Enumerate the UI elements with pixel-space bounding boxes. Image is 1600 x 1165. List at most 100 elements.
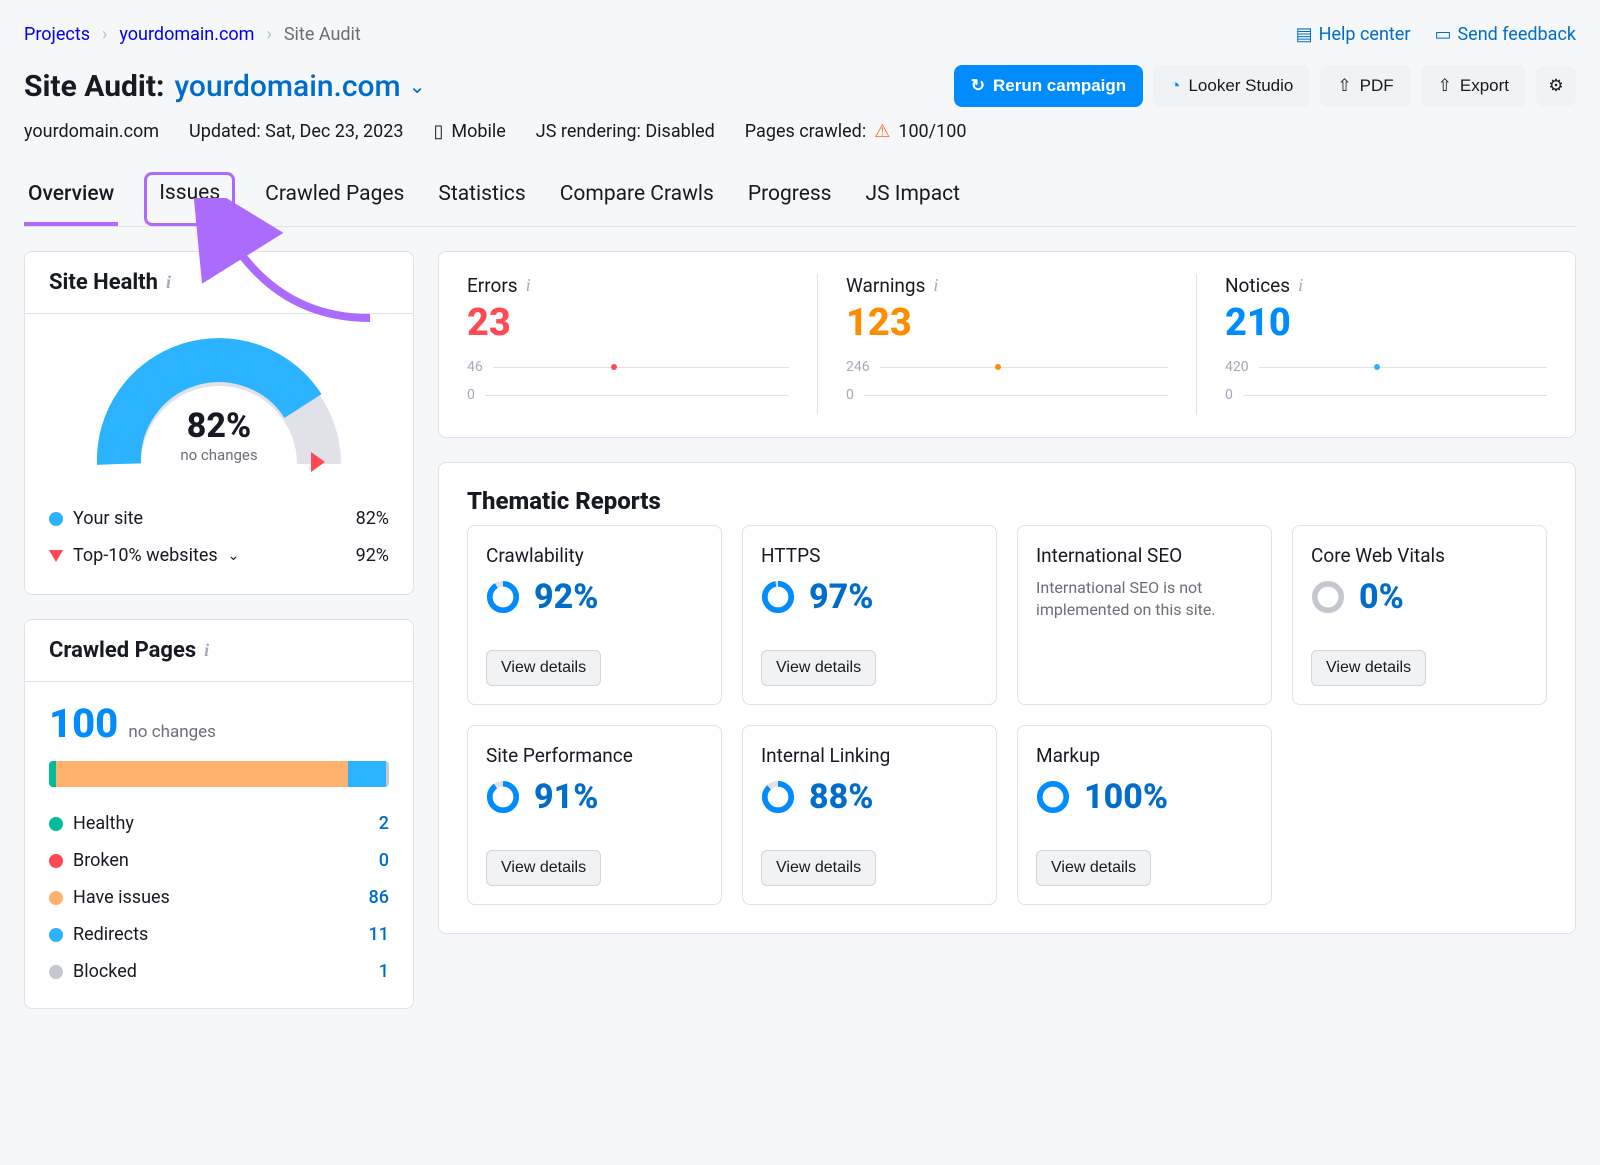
upload-icon: ⇧ [1337, 76, 1351, 96]
meta-crawled: Pages crawled: ⚠ 100/100 [745, 121, 967, 142]
mobile-icon: ▯ [434, 121, 444, 142]
site-health-gauge: 82% no changes [25, 314, 413, 494]
cp-broken-val[interactable]: 0 [359, 850, 389, 871]
page-title: Site Audit: [24, 69, 164, 104]
donut-icon [486, 780, 520, 814]
tab-progress[interactable]: Progress [744, 172, 836, 226]
book-icon: ▤ [1296, 24, 1313, 45]
tabs: Overview Issues Crawled Pages Statistics… [24, 172, 1576, 227]
tab-statistics[interactable]: Statistics [434, 172, 529, 226]
tab-crawled-pages[interactable]: Crawled Pages [261, 172, 408, 226]
breadcrumb-projects[interactable]: Projects [24, 24, 90, 45]
tab-js-impact[interactable]: JS Impact [862, 172, 964, 226]
dot-icon [49, 854, 63, 868]
crawled-count: 100 [49, 700, 118, 747]
refresh-icon: ↻ [971, 76, 985, 96]
legend-top10-pct: 92% [356, 545, 389, 566]
dot-icon [49, 965, 63, 979]
meta-updated: Updated: Sat, Dec 23, 2023 [189, 121, 403, 142]
info-icon[interactable]: i [166, 272, 171, 293]
site-health-title: Site Health [49, 270, 158, 295]
cp-broken-label: Broken [73, 850, 129, 871]
rerun-campaign-button[interactable]: ↻ Rerun campaign [954, 65, 1143, 107]
view-details-button[interactable]: View details [486, 650, 601, 686]
donut-icon [761, 580, 795, 614]
tab-overview[interactable]: Overview [24, 172, 118, 226]
thematic-title: Thematic Reports [439, 463, 1575, 525]
cp-healthy-label: Healthy [73, 813, 134, 834]
chevron-down-icon: ⌄ [228, 548, 240, 564]
legend-your-site-pct: 82% [356, 508, 389, 529]
cp-issues-val[interactable]: 86 [359, 887, 389, 908]
crawled-pages-card: Crawled Pages i 100 no changes Healthy2 … [24, 619, 414, 1009]
notices-trend-chart: 420 0 [1225, 359, 1547, 403]
dot-icon [49, 817, 63, 831]
cp-redirects-val[interactable]: 11 [359, 924, 389, 945]
view-details-button[interactable]: View details [761, 850, 876, 886]
legend-your-site: Your site [73, 508, 143, 529]
thematic-crawlability: Crawlability 92% View details [467, 525, 722, 705]
metric-errors[interactable]: Errorsi 23 46 0 [439, 274, 818, 415]
view-details-button[interactable]: View details [486, 850, 601, 886]
help-center-link[interactable]: ▤Help center [1296, 24, 1411, 45]
site-health-card: Site Health i 82% no changes Your site 8… [24, 251, 414, 595]
warnings-value: 123 [846, 301, 1168, 345]
crawled-subtext: no changes [128, 722, 216, 742]
donut-icon [761, 780, 795, 814]
upload-icon: ⇧ [1438, 76, 1452, 96]
breadcrumb-domain[interactable]: yourdomain.com [119, 24, 254, 45]
cp-blocked-val[interactable]: 1 [359, 961, 389, 982]
crawled-stacked-bar [49, 761, 389, 787]
chevron-down-icon: ⌄ [409, 74, 426, 98]
donut-icon [486, 580, 520, 614]
gear-icon: ⚙ [1548, 76, 1563, 96]
cp-blocked-label: Blocked [73, 961, 137, 982]
breadcrumb-tool: Site Audit [284, 24, 361, 45]
warnings-trend-chart: 246 0 [846, 359, 1168, 403]
notices-value: 210 [1225, 301, 1547, 345]
thematic-reports-card: Thematic Reports Crawlability 92% View d… [438, 462, 1576, 934]
dot-icon [49, 928, 63, 942]
chevron-right-icon: › [266, 24, 271, 45]
intl-seo-note: International SEO is not implemented on … [1036, 577, 1253, 622]
chat-icon: ▭ [1434, 24, 1451, 45]
info-icon[interactable]: i [933, 275, 938, 296]
meta-bar: yourdomain.com Updated: Sat, Dec 23, 202… [24, 121, 1576, 142]
warning-icon: ⚠ [874, 121, 890, 142]
meta-js: JS rendering: Disabled [536, 121, 715, 142]
gauge-percent: 82% [180, 406, 257, 446]
info-icon[interactable]: i [1298, 275, 1303, 296]
export-button[interactable]: ⇧ Export [1421, 65, 1526, 107]
tab-issues[interactable]: Issues [144, 172, 235, 226]
info-icon[interactable]: i [526, 275, 531, 296]
thematic-cwv: Core Web Vitals 0% View details [1292, 525, 1547, 705]
view-details-button[interactable]: View details [761, 650, 876, 686]
meta-device: ▯Mobile [434, 121, 506, 142]
view-details-button[interactable]: View details [1311, 650, 1426, 686]
legend-top10[interactable]: Top-10% websites [73, 545, 218, 566]
gauge-subtext: no changes [180, 446, 257, 464]
pdf-button[interactable]: ⇧ PDF [1320, 65, 1410, 107]
dot-icon [49, 891, 63, 905]
view-details-button[interactable]: View details [1036, 850, 1151, 886]
metric-warnings[interactable]: Warningsi 123 246 0 [818, 274, 1197, 415]
thematic-linking: Internal Linking 88% View details [742, 725, 997, 905]
cp-issues-label: Have issues [73, 887, 170, 908]
cp-redirects-label: Redirects [73, 924, 148, 945]
domain-selector[interactable]: yourdomain.com ⌄ [174, 69, 425, 104]
meta-domain: yourdomain.com [24, 121, 159, 142]
errors-value: 23 [467, 301, 789, 345]
errors-trend-chart: 46 0 [467, 359, 789, 403]
crawled-pages-title: Crawled Pages [49, 638, 196, 663]
info-icon[interactable]: i [204, 640, 209, 661]
cp-healthy-val[interactable]: 2 [359, 813, 389, 834]
metric-notices[interactable]: Noticesi 210 420 0 [1197, 274, 1575, 415]
send-feedback-link[interactable]: ▭Send feedback [1434, 24, 1576, 45]
donut-icon [1311, 580, 1345, 614]
tab-compare-crawls[interactable]: Compare Crawls [556, 172, 718, 226]
breadcrumb: Projects › yourdomain.com › Site Audit [24, 24, 361, 45]
thematic-performance: Site Performance 91% View details [467, 725, 722, 905]
looker-icon: ◔ [1170, 76, 1180, 96]
looker-studio-button[interactable]: ◔ Looker Studio [1153, 65, 1310, 107]
settings-button[interactable]: ⚙ [1536, 66, 1576, 106]
